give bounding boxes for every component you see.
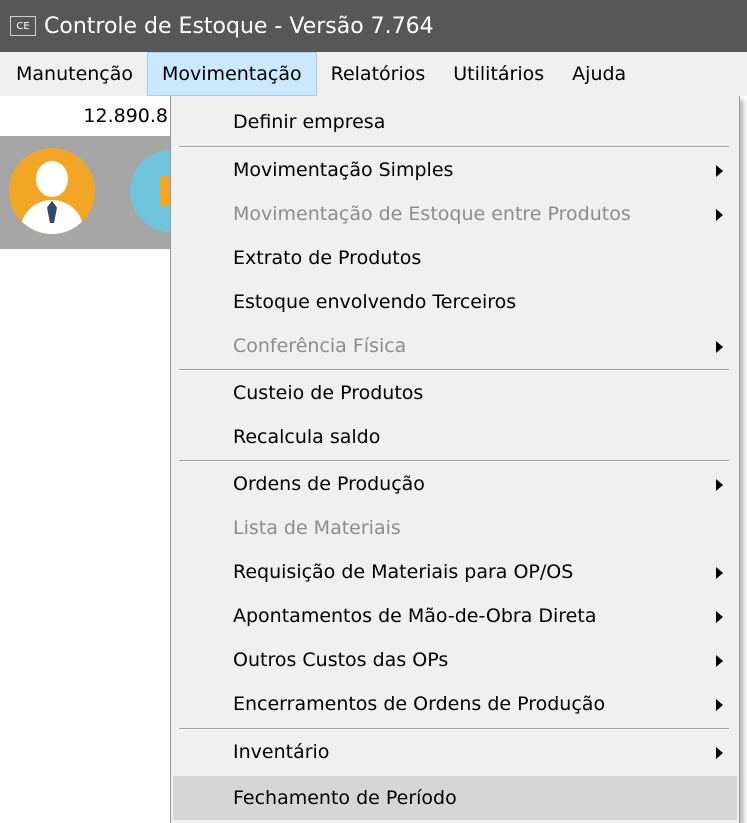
menu-item-label: Requisição de Materiais para OP/OS [233,561,574,583]
menu-item-label: Definir empresa [233,111,386,133]
menu-item-label: Conferência Física [233,335,407,357]
menu-item-lista-materiais[interactable]: Lista de Materiais [173,506,737,550]
window-title: Controle de Estoque - Versão 7.764 [44,13,434,39]
toolbar [0,136,212,249]
app-icon[interactable]: CE [10,16,36,36]
user-avatar-icon[interactable] [9,148,95,234]
menu-item-label: Apontamentos de Mão-de-Obra Direta [233,605,597,627]
menu-item-requisicao-materiais[interactable]: Requisição de Materiais para OP/OS [173,550,737,594]
menu-item-label: Custeio de Produtos [233,382,424,404]
menu-item-conferencia-fisica[interactable]: Conferência Física [173,324,737,368]
submenu-arrow-icon [716,165,723,177]
submenu-arrow-icon [716,479,723,491]
value-field: 12.890.8 [0,96,172,136]
menu-item-label: Movimentação de Estoque entre Produtos [233,203,631,225]
menu-item-label: Outros Custos das OPs [233,649,449,671]
submenu-arrow-icon [716,611,723,623]
menu-utilitarios[interactable]: Utilitários [439,52,558,96]
menu-relatorios[interactable]: Relatórios [317,52,440,96]
submenu-arrow-icon [716,699,723,711]
menu-bar: Manutenção Movimentação Relatórios Utili… [0,52,747,96]
title-bar: CE Controle de Estoque - Versão 7.764 [0,0,747,52]
menu-item-encerramentos-ordens[interactable]: Encerramentos de Ordens de Produção [173,682,737,726]
submenu-arrow-icon [716,747,723,759]
movimentacao-dropdown: Definir empresa Movimentação Simples Mov… [170,96,740,823]
menu-item-extrato-produtos[interactable]: Extrato de Produtos [173,236,737,280]
menu-item-movimentacao-entre-produtos[interactable]: Movimentação de Estoque entre Produtos [173,192,737,236]
menu-item-custeio-produtos[interactable]: Custeio de Produtos [173,371,737,415]
menu-item-outros-custos[interactable]: Outros Custos das OPs [173,638,737,682]
menu-item-label: Ordens de Produção [233,473,425,495]
menu-item-estoque-terceiros[interactable]: Estoque envolvendo Terceiros [173,280,737,324]
menu-item-inventario[interactable]: Inventário [173,730,737,774]
menu-item-label: Extrato de Produtos [233,247,422,269]
menu-item-label: Fechamento de Período [233,787,457,809]
submenu-arrow-icon [716,655,723,667]
menu-item-movimentacao-simples[interactable]: Movimentação Simples [173,148,737,192]
menu-item-recalcula-saldo[interactable]: Recalcula saldo [173,415,737,459]
menu-item-label: Lista de Materiais [233,517,401,539]
menu-item-label: Inventário [233,741,330,763]
menu-item-label: Recalcula saldo [233,426,381,448]
menu-movimentacao[interactable]: Movimentação [147,52,317,96]
avatar-head-shape [36,161,68,197]
submenu-arrow-icon [716,567,723,579]
menu-item-label: Movimentação Simples [233,159,454,181]
menu-item-fechamento-periodo[interactable]: Fechamento de Período [173,776,737,820]
menu-item-definir-empresa[interactable]: Definir empresa [173,100,737,144]
menu-item-apontamentos-mao-obra[interactable]: Apontamentos de Mão-de-Obra Direta [173,594,737,638]
menu-item-ordens-producao[interactable]: Ordens de Produção [173,462,737,506]
menu-manutencao[interactable]: Manutenção [2,52,147,96]
menu-ajuda[interactable]: Ajuda [558,52,640,96]
submenu-arrow-icon [716,209,723,221]
menu-item-label: Estoque envolvendo Terceiros [233,291,517,313]
menu-item-label: Encerramentos de Ordens de Produção [233,693,606,715]
submenu-arrow-icon [716,341,723,353]
